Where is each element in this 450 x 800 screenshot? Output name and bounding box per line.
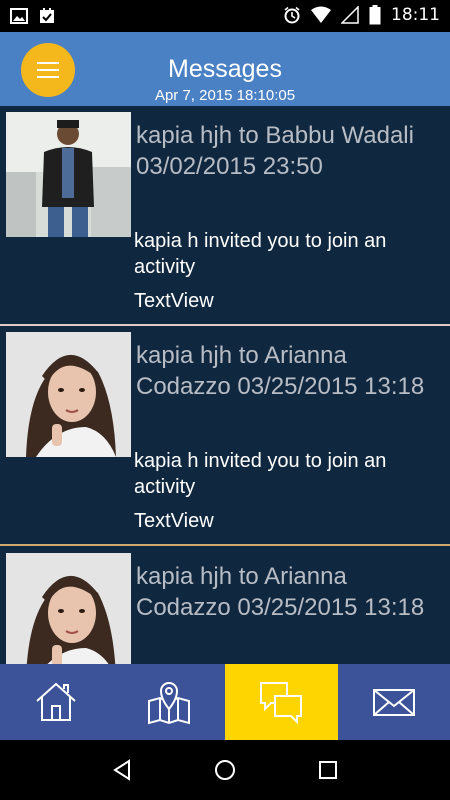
page-title: Messages — [168, 55, 282, 83]
system-status-icons: 18:11 — [283, 5, 440, 25]
nav-mail-button[interactable] — [338, 664, 450, 740]
status-bar: 18:11 — [0, 0, 450, 32]
map-icon — [147, 682, 190, 725]
image-notification-icon — [10, 8, 28, 24]
avatar — [6, 332, 131, 457]
home-circle-icon[interactable] — [213, 758, 237, 782]
bottom-nav — [0, 664, 450, 740]
message-title: kapia hjh to Babbu Wadali 03/02/2015 23:… — [136, 122, 414, 180]
battery-icon — [369, 5, 381, 25]
nav-messages-button[interactable] — [225, 664, 338, 740]
message-list[interactable]: kapia hjh to Babbu Wadali 03/02/2015 23:… — [0, 106, 450, 664]
wifi-icon — [311, 6, 331, 23]
recents-icon[interactable] — [316, 758, 340, 782]
message-item[interactable]: kapia hjh to Arianna Codazzo 03/25/2015 … — [0, 546, 450, 664]
message-title: kapia hjh to Arianna Codazzo 03/25/2015 … — [136, 342, 425, 400]
page-date: Apr 7, 2015 18:10:05 — [154, 87, 296, 104]
avatar — [6, 553, 131, 664]
message-item[interactable]: kapia hjh to Arianna Codazzo 03/25/2015 … — [0, 326, 450, 546]
message-footer: TextView — [134, 510, 214, 532]
message-item[interactable]: kapia hjh to Babbu Wadali 03/02/2015 23:… — [0, 106, 450, 326]
status-time: 18:11 — [391, 5, 440, 25]
notification-icons — [10, 7, 56, 25]
calendar-check-notification-icon — [40, 8, 54, 23]
mail-icon — [372, 689, 415, 716]
back-icon[interactable] — [110, 758, 134, 782]
message-body: kapia h invited you to join an activity — [134, 450, 387, 498]
message-body: kapia h invited you to join an activity — [134, 230, 387, 278]
system-nav-bar — [0, 740, 450, 800]
cellular-signal-icon — [341, 6, 359, 24]
nav-home-button[interactable] — [0, 664, 113, 740]
home-icon — [36, 682, 76, 721]
message-footer: TextView — [134, 290, 214, 312]
alarm-icon — [284, 6, 300, 24]
nav-map-button[interactable] — [113, 664, 226, 740]
message-title: kapia hjh to Arianna Codazzo 03/25/2015 … — [136, 563, 425, 621]
avatar — [6, 112, 131, 237]
app-bar: Messages Apr 7, 2015 18:10:05 — [0, 32, 450, 106]
chat-icon — [260, 682, 303, 725]
